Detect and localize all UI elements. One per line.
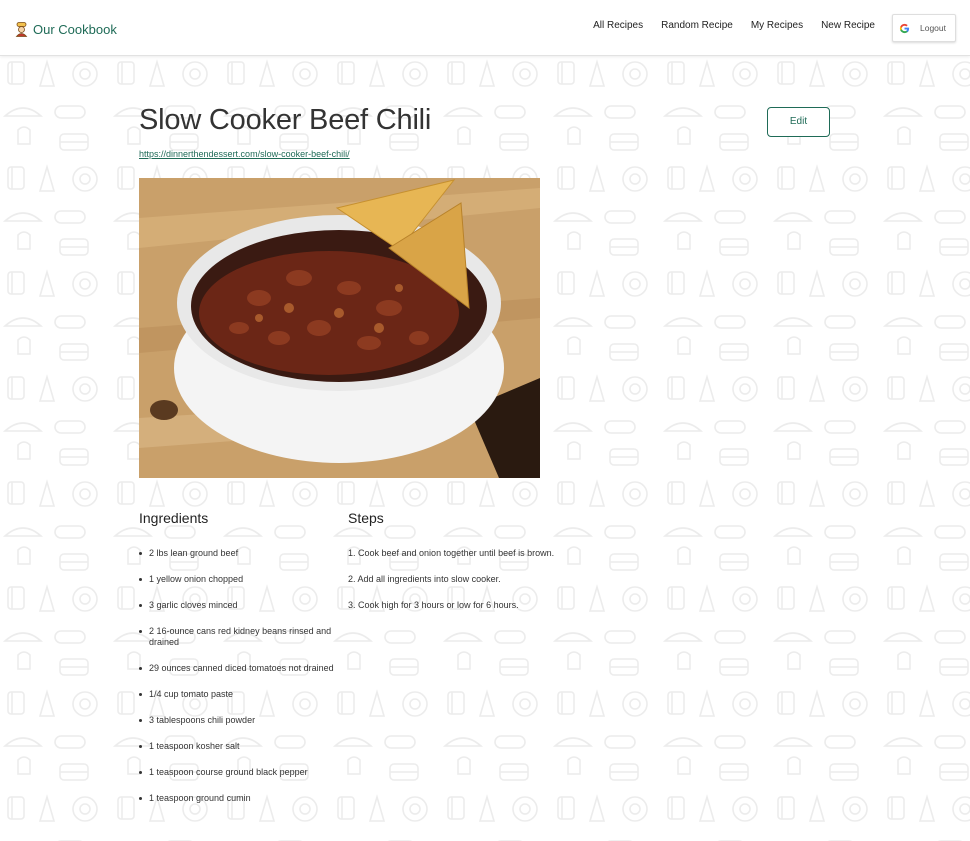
ingredient-item: 29 ounces canned diced tomatoes not drai…: [139, 663, 334, 674]
nav-new-recipe[interactable]: New Recipe: [812, 20, 884, 31]
ingredient-item: 1 teaspoon kosher salt: [139, 741, 334, 752]
ingredient-item: 2 lbs lean ground beef: [139, 548, 334, 559]
ingredient-item: 2 16-ounce cans red kidney beans rinsed …: [139, 626, 334, 648]
ingredients-section: Ingredients 2 lbs lean ground beef 1 yel…: [139, 510, 334, 819]
ingredient-item: 1 teaspoon ground cumin: [139, 793, 334, 804]
ingredients-list: 2 lbs lean ground beef 1 yellow onion ch…: [139, 548, 334, 804]
brand-title: Our Cookbook: [33, 21, 117, 37]
ingredient-item: 1 yellow onion chopped: [139, 574, 334, 585]
ingredient-item: 3 tablespoons chili powder: [139, 715, 334, 726]
steps-heading: Steps: [348, 510, 384, 526]
nav-random-recipe[interactable]: Random Recipe: [652, 20, 742, 31]
ingredient-item: 1 teaspoon course ground black pepper: [139, 767, 334, 778]
step-item: 3. Cook high for 3 hours or low for 6 ho…: [348, 600, 519, 610]
edit-button[interactable]: Edit: [767, 107, 830, 137]
ingredients-heading: Ingredients: [139, 510, 209, 526]
recipe-photo: [139, 178, 540, 478]
logout-button[interactable]: Logout: [892, 14, 956, 42]
step-item: 2. Add all ingredients into slow cooker.: [348, 574, 501, 584]
step-item: 1. Cook beef and onion together until be…: [348, 548, 555, 558]
ingredient-item: 3 garlic cloves minced: [139, 600, 334, 611]
nav-all-recipes[interactable]: All Recipes: [584, 20, 652, 31]
source-link[interactable]: https://dinnerthendessert.com/slow-cooke…: [139, 149, 350, 159]
steps-section: Steps 1. Cook beef and onion together un…: [348, 510, 608, 626]
chef-icon: [15, 21, 28, 37]
page-title: Slow Cooker Beef Chili: [139, 104, 432, 136]
google-icon: [899, 23, 910, 34]
brand-link[interactable]: Our Cookbook: [15, 18, 117, 40]
nav-links: All Recipes Random Recipe My Recipes New…: [584, 20, 884, 31]
ingredient-item: 1/4 cup tomato paste: [139, 689, 334, 700]
top-navbar: Our Cookbook All Recipes Random Recipe M…: [0, 0, 970, 56]
logout-label: Logout: [920, 23, 946, 33]
nav-my-recipes[interactable]: My Recipes: [742, 20, 812, 31]
